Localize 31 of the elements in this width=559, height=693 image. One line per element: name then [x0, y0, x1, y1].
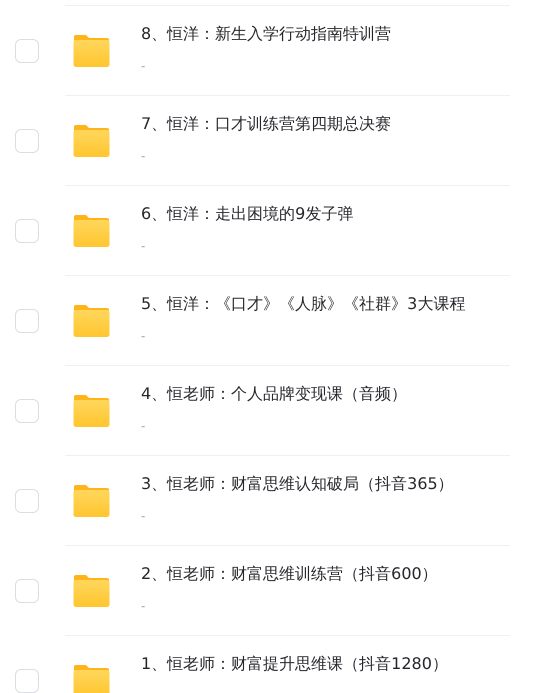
folder-title[interactable]: 4、恒老师：个人品牌变现课（音频）	[141, 383, 408, 405]
checkbox[interactable]	[15, 39, 39, 63]
checkbox[interactable]	[15, 489, 39, 513]
folder-icon	[73, 394, 110, 427]
folder-title[interactable]: 8、恒洋：新生入学行动指南特训营	[141, 23, 392, 45]
folder-description: -	[141, 419, 146, 433]
folder-title[interactable]: 1、恒老师：财富提升思维课（抖音1280）	[141, 653, 448, 675]
checkbox[interactable]	[15, 669, 39, 693]
checkbox[interactable]	[15, 309, 39, 333]
folder-title[interactable]: 2、恒老师：财富思维训练营（抖音600）	[141, 563, 438, 585]
folder-icon	[73, 34, 110, 67]
checkbox[interactable]	[15, 219, 39, 243]
folder-title[interactable]: 7、恒洋：口才训练营第四期总决赛	[141, 113, 392, 135]
folder-icon	[73, 664, 110, 693]
folder-icon	[73, 574, 110, 607]
folder-icon	[73, 484, 110, 517]
folder-title[interactable]: 6、恒洋：走出困境的9发子弹	[141, 203, 354, 225]
folder-description: -	[141, 149, 146, 163]
checkbox[interactable]	[15, 129, 39, 153]
folder-icon	[73, 304, 110, 337]
folder-title[interactable]: 5、恒洋：《口才》《人脉》《社群》3大课程	[141, 293, 466, 315]
folder-icon	[73, 214, 110, 247]
folder-description: -	[141, 329, 146, 343]
checkbox[interactable]	[15, 579, 39, 603]
folder-description: -	[141, 239, 146, 253]
folder-description: -	[141, 509, 146, 523]
folder-description: -	[141, 59, 146, 73]
folder-icon	[73, 124, 110, 157]
folder-description: -	[141, 599, 146, 613]
folder-title[interactable]: 3、恒老师：财富思维认知破局（抖音365）	[141, 473, 454, 495]
checkbox[interactable]	[15, 399, 39, 423]
